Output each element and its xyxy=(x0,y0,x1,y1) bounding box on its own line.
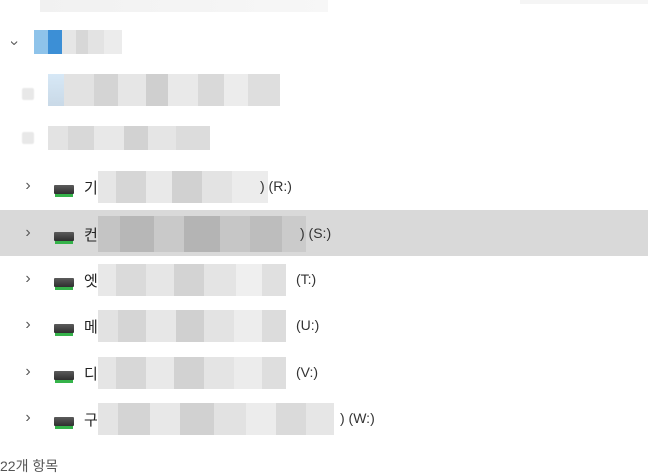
drive-letter: (V:) xyxy=(296,364,319,380)
chevron-right-icon[interactable]: › xyxy=(19,224,37,242)
chevron-right-icon[interactable]: › xyxy=(19,316,37,334)
drive-icon xyxy=(54,185,74,197)
chevron-right-icon[interactable]: › xyxy=(19,409,37,427)
root-icon-blurred xyxy=(34,30,122,54)
blurred-top-edge xyxy=(520,0,648,4)
nav-root-node[interactable]: › xyxy=(0,22,648,68)
drive-item-w[interactable]: › 구 ) (W:) xyxy=(0,395,648,441)
chevron-down-icon[interactable]: › xyxy=(5,34,23,52)
blurred-top-item xyxy=(40,0,328,12)
drive-label-prefix: 메 xyxy=(84,319,98,336)
item-icon xyxy=(22,88,34,100)
drive-icon xyxy=(54,232,74,244)
drive-icon xyxy=(54,324,74,336)
drive-label-blurred xyxy=(98,171,268,203)
drive-label-blurred xyxy=(98,264,286,296)
drive-label-prefix: 기 xyxy=(84,180,98,197)
item-label-blurred xyxy=(48,74,280,106)
drive-icon xyxy=(54,417,74,429)
drive-letter: ) (W:) xyxy=(340,410,375,426)
chevron-right-icon[interactable]: › xyxy=(19,177,37,195)
drive-letter: ) (R:) xyxy=(260,178,292,194)
chevron-right-icon[interactable]: › xyxy=(19,270,37,288)
drive-label-blurred xyxy=(98,403,334,435)
drive-letter: (T:) xyxy=(296,271,317,287)
status-item-count: 22개 항목 xyxy=(0,458,59,474)
item-icon xyxy=(22,132,34,144)
drive-letter: ) (S:) xyxy=(300,225,332,241)
drive-label-blurred xyxy=(98,310,286,342)
drive-label-blurred xyxy=(98,216,306,252)
drive-letter: (U:) xyxy=(296,317,320,333)
drive-icon xyxy=(54,371,74,383)
chevron-right-icon[interactable]: › xyxy=(19,363,37,381)
file-explorer-nav-pane: › › 기) (R:) › 컨) (S:) › 엣 (T:) › 메 (U:… xyxy=(0,0,648,476)
drive-item-t[interactable]: › 엣 (T:) xyxy=(0,256,648,302)
drive-label-prefix: 엣 xyxy=(84,273,98,290)
drive-item-u[interactable]: › 메 (U:) xyxy=(0,302,648,348)
drive-item-v[interactable]: › 디 (V:) xyxy=(0,349,648,395)
item-label-blurred xyxy=(48,126,210,150)
drive-icon xyxy=(54,278,74,290)
drive-label-prefix: 컨 xyxy=(84,227,98,244)
drive-label-blurred xyxy=(98,357,286,389)
nav-item-blurred-1[interactable] xyxy=(0,70,648,116)
drive-label-prefix: 디 xyxy=(84,366,98,383)
drive-label-prefix: 구 xyxy=(84,412,98,429)
drive-item-s[interactable]: › 컨 ) (S:) xyxy=(0,210,648,256)
drive-item-r[interactable]: › 기 ) (R:) xyxy=(0,163,648,209)
nav-item-blurred-2[interactable] xyxy=(0,116,648,162)
